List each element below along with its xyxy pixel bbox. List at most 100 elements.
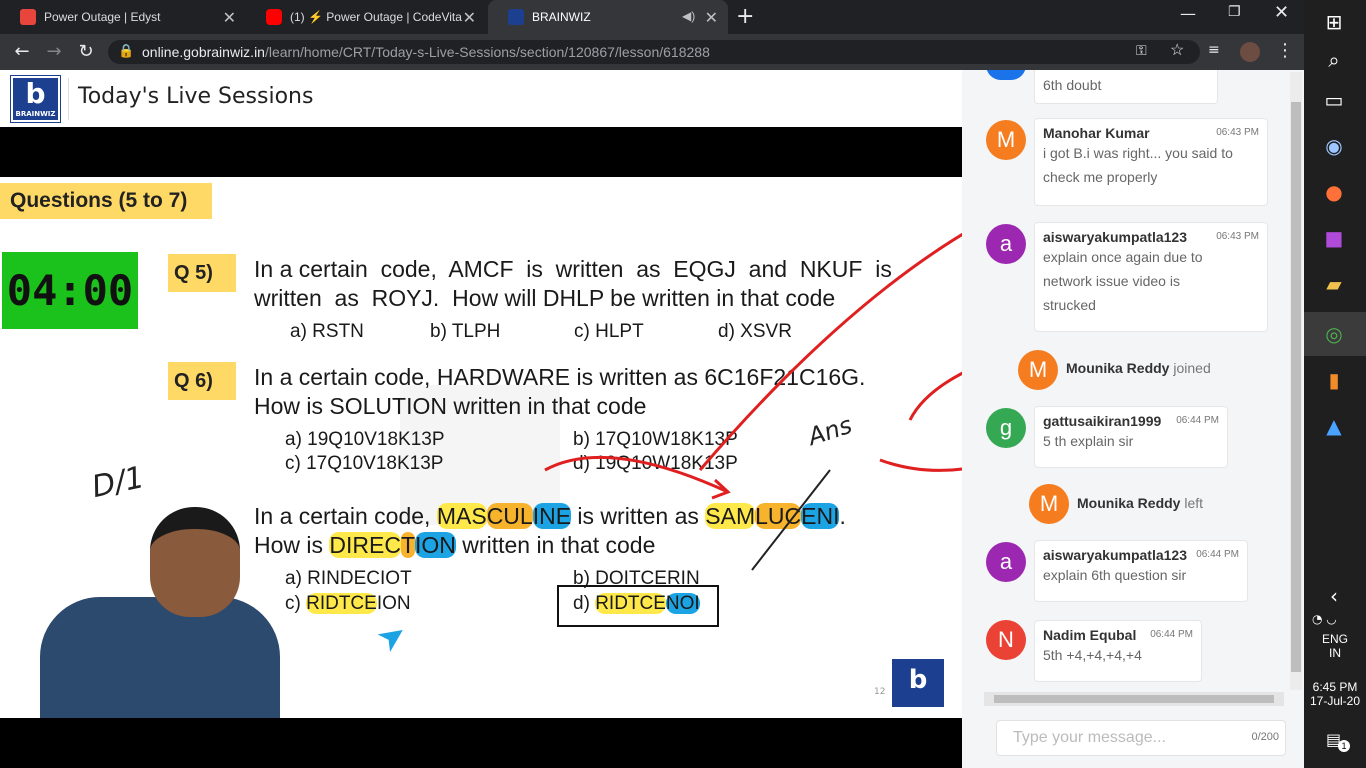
q7-option-a: a) RINDECIOT [285, 568, 412, 589]
language-indicator[interactable]: ENG IN [1304, 632, 1366, 660]
q7-text: c) [285, 593, 307, 614]
q5-line1: In a certain code, AMCF is written as EQ… [254, 256, 892, 282]
leave-notice: Mounika Reddy left [1077, 495, 1203, 511]
q7-line1: In a certain code, MASCULINE is written … [254, 503, 846, 530]
region-code: IN [1329, 646, 1341, 660]
chrome-icon[interactable]: ◎ [1318, 318, 1350, 350]
chevron-left-icon[interactable]: ‹ [1318, 580, 1350, 612]
tab-brainwiz[interactable]: BRAINWIZ ◀) ✕ [488, 0, 728, 34]
q7-text: ION [376, 593, 411, 614]
chat-message: Nadim Equbal 06:44 PM 5th +4,+4,+4,+4 [1034, 620, 1202, 682]
brainwiz-logo[interactable]: b BRAINWIZ [10, 75, 61, 123]
chat-message: aiswaryakumpatla123 06:43 PM explain onc… [1034, 222, 1268, 332]
timer: 04:00 [6, 266, 134, 315]
q5-label: Q 5) [168, 254, 236, 292]
star-icon[interactable]: ☆ [1170, 40, 1184, 60]
onenote-icon[interactable]: ■ [1318, 222, 1350, 254]
message-time: 06:44 PM [1150, 629, 1193, 640]
clock-time: 6:45 PM [1312, 680, 1358, 694]
q7-text: How is [254, 532, 330, 558]
tab-edyst[interactable]: Power Outage | Edyst ✕ [0, 0, 246, 34]
highlight-orange: T [400, 532, 416, 558]
presenter-head [150, 507, 240, 617]
key-icon[interactable]: ⚿ [1136, 42, 1147, 59]
task-view-icon[interactable]: ▭ [1318, 84, 1350, 116]
chat-message: gattusaikiran1999 06:44 PM 5 th explain … [1034, 406, 1228, 468]
firefox-icon[interactable]: ● [1318, 176, 1350, 208]
reload-icon[interactable]: ↻ [74, 40, 98, 64]
q7-text: is written as [571, 503, 706, 529]
close-icon[interactable]: ✕ [223, 8, 236, 28]
q5-option-b: b) TLPH [430, 321, 501, 342]
status-text: joined [1173, 360, 1211, 376]
search-icon[interactable]: ⌕ [1318, 44, 1350, 76]
restore-icon[interactable]: ❐ [1228, 4, 1241, 20]
media-icon[interactable]: ≡ [1208, 42, 1220, 58]
window-close-icon[interactable]: ✕ [1274, 2, 1289, 23]
slide-header: Questions (5 to 7) [0, 183, 212, 219]
q7-option-d: d) RIDTCENOI [557, 585, 719, 627]
new-tab-icon[interactable]: + [736, 4, 754, 29]
clock[interactable]: 6:45 PM 17-Jul-20 [1304, 680, 1366, 708]
sender-name: Mounika Reddy [1077, 495, 1181, 511]
highlight-yellow: DIREC [329, 532, 401, 558]
address-bar[interactable]: 🔒 online.gobrainwiz.in/learn/home/CRT/To… [108, 40, 1200, 64]
clock-date: 17-Jul-20 [1309, 694, 1361, 708]
q7-text: In a certain code, [254, 503, 437, 529]
windows-start-icon[interactable]: ⊞ [1318, 6, 1350, 38]
close-icon[interactable]: ✕ [705, 8, 718, 28]
message-text: check me properly [1043, 169, 1158, 185]
message-text: explain once again due to [1043, 249, 1203, 265]
url-host: online.gobrainwiz.in [142, 44, 265, 60]
avatar: a [986, 542, 1026, 582]
avatar: a [986, 224, 1026, 264]
url-path: /learn/home/CRT/Today-s-Live-Sessions/se… [264, 44, 710, 60]
slide-page-number: 12 [874, 687, 886, 697]
message-text: i got B.i was right... you said to [1043, 145, 1233, 161]
chat-horizontal-scrollbar[interactable] [984, 692, 1284, 706]
q7-line2: How is DIRECTION written in that code [254, 532, 655, 559]
page-title: Today's Live Sessions [78, 84, 314, 109]
video-player[interactable]: Questions (5 to 7) 04:00 Q 5) In a certa… [0, 177, 962, 718]
join-notice: Mounika Reddy joined [1066, 360, 1211, 376]
audio-icon[interactable]: ◀) [682, 9, 695, 23]
close-icon[interactable]: ✕ [463, 8, 476, 28]
brainwiz-icon [508, 9, 524, 25]
chat-vertical-scrollbar[interactable] [1290, 72, 1302, 690]
avatar: M [1018, 350, 1058, 390]
logo-text: BRAINWIZ [15, 110, 56, 118]
back-icon[interactable]: ← [10, 40, 34, 64]
highlight-blue: INE [532, 503, 572, 529]
tab-codevita[interactable]: (1) ⚡ Power Outage | CodeVita ✕ [246, 0, 486, 34]
highlight-orange: LUC [755, 503, 802, 529]
message-text: 5 th explain sir [1043, 433, 1134, 449]
q5-line2: written as ROYJ. How will DHLP be writte… [254, 285, 836, 311]
lock-icon: 🔒 [118, 43, 135, 58]
sublime-icon[interactable]: ▮ [1318, 364, 1350, 396]
tab-title: (1) ⚡ Power Outage | CodeVita [290, 10, 462, 24]
cursor-arrow-icon: ➤ [369, 612, 416, 662]
highlight-yellow: SAM [705, 503, 756, 529]
minimize-icon[interactable]: — [1180, 4, 1196, 23]
chat-message: aiswaryakumpatla123 06:44 PM explain 6th… [1034, 540, 1248, 602]
q6-option-b: b) 17Q10W18K13P [573, 429, 738, 450]
message-input[interactable]: Type your message... 0/200 [996, 720, 1286, 756]
q6-option-c: c) 17Q10V18K13P [285, 453, 444, 474]
q5-option-a: a) RSTN [290, 321, 364, 342]
wifi-icon[interactable]: ◔ ◡ [1312, 612, 1337, 626]
chat-messages[interactable]: 6th doubt M Manohar Kumar 06:43 PM i got… [978, 70, 1290, 690]
photos-icon[interactable]: ▲ [1318, 410, 1350, 442]
profile-avatar[interactable] [1240, 42, 1260, 62]
timer-box: 04:00 [2, 252, 138, 329]
lang-code: ENG [1321, 632, 1348, 646]
menu-icon[interactable]: ⋮ [1276, 40, 1294, 61]
file-explorer-icon[interactable]: ▰ [1318, 268, 1350, 300]
camera-icon[interactable]: ◉ [1318, 130, 1350, 162]
status-text: left [1184, 495, 1204, 511]
message-text: strucked [1043, 297, 1096, 313]
forward-icon[interactable]: → [42, 40, 66, 64]
message-text: explain 6th question sir [1043, 567, 1187, 583]
q7-text: . [839, 503, 846, 529]
q6-option-d: d) 19Q10W18K13P [573, 453, 738, 474]
highlight-yellow: MAS [436, 503, 487, 529]
